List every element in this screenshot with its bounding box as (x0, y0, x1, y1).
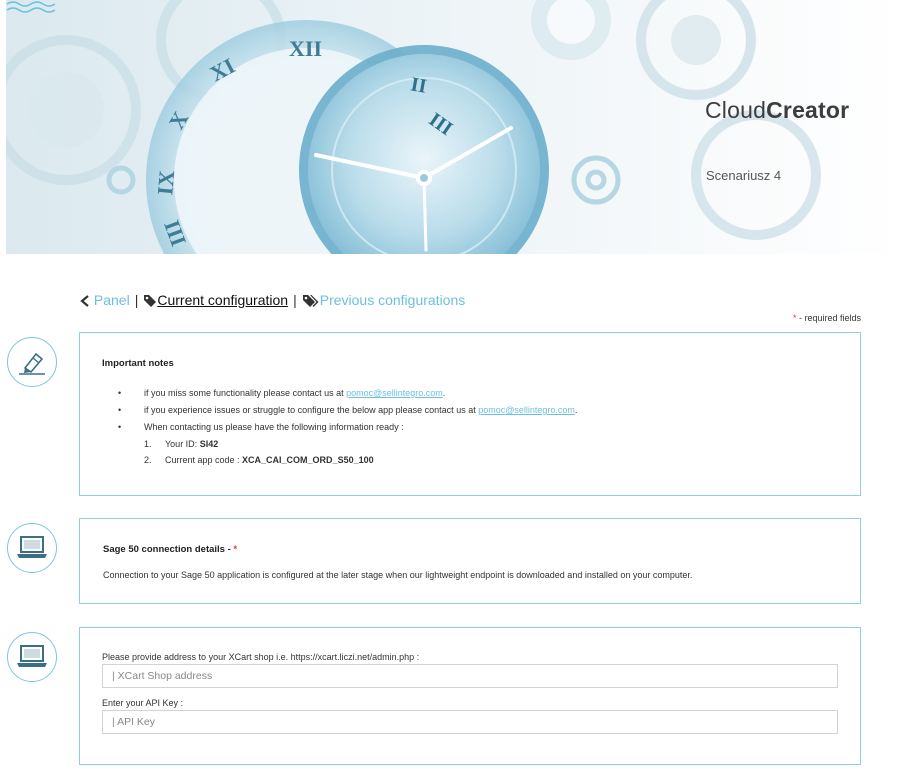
api-key-label: Enter your API Key : (102, 698, 184, 708)
nav-separator: | (293, 292, 297, 309)
nav-current-config-link[interactable]: Current configuration (143, 292, 288, 308)
xcart-address-input[interactable] (102, 664, 838, 688)
sage-connection-panel: Sage 50 connection details - * Connectio… (79, 518, 861, 604)
svg-text:IX: IX (152, 169, 179, 196)
pen-sign-icon (19, 352, 45, 375)
note-text: When contacting us please have the follo… (144, 422, 404, 432)
brand-name-light: Cloud (705, 97, 767, 123)
notes-list: • if you miss some functionality please … (118, 387, 577, 470)
support-email-link[interactable]: pomoc@sellintegro.com (478, 405, 575, 415)
note-tail: . (574, 405, 578, 415)
sage-connection-description: Connection to your Sage 50 application i… (103, 570, 693, 580)
app-code-value: XCA_CAI_COM_ORD_S50_100 (242, 455, 374, 465)
info-number: 2. (144, 455, 152, 465)
support-email-link[interactable]: pomoc@sellintegro.com (346, 388, 443, 398)
tag-icon (144, 295, 157, 308)
list-item: • if you experience issues or struggle t… (118, 404, 577, 421)
info-item-id: 1. Your ID: SI42 (118, 438, 577, 454)
side-icon-notes (7, 337, 57, 387)
side-icon-sage (7, 523, 57, 573)
list-item: • if you miss some functionality please … (118, 387, 577, 404)
important-notes-panel: Important notes • if you miss some funct… (79, 332, 861, 496)
header-banner: XII XI X IX III II III CloudCreator Scen… (6, 0, 903, 254)
bullet: • (118, 405, 122, 415)
nav-panel-link[interactable]: Panel (80, 292, 130, 308)
bullet: • (118, 388, 122, 398)
laptop-icon (17, 536, 47, 558)
sage-title-text: Sage 50 connection details - (103, 544, 234, 555)
nav-previous-configs-label: Previous configurations (319, 292, 466, 308)
required-fields-text: - required fields (796, 313, 861, 323)
side-icon-xcart (7, 632, 57, 682)
required-fields-note: * - required fields (793, 313, 861, 323)
svg-text:XII: XII (289, 36, 322, 61)
brand-logo: CloudCreator (705, 97, 849, 124)
clock-gears-illustration: XII XI X IX III II III (6, 0, 821, 254)
chevron-left-icon (80, 295, 89, 308)
note-tail: . (442, 388, 446, 398)
breadcrumb-nav: Panel | Current configuration | Previous… (80, 292, 465, 308)
required-star: * (233, 544, 238, 555)
brand-name-bold: Creator (766, 97, 850, 123)
note-text: if you experience issues or struggle to … (144, 405, 479, 415)
tags-icon (302, 295, 319, 308)
nav-panel-label: Panel (93, 292, 130, 309)
list-item: • When contacting us please have the fol… (118, 421, 577, 438)
xcart-connection-panel: Please provide address to your XCart sho… (79, 627, 861, 765)
nav-separator: | (134, 292, 139, 309)
api-key-input[interactable] (102, 710, 838, 734)
nav-current-config-label: Current configuration (157, 292, 289, 308)
user-id-value: SI42 (199, 439, 219, 449)
info-label: Current app code : (165, 455, 243, 465)
important-notes-title: Important notes (102, 358, 174, 369)
info-item-app-code: 2. Current app code : XCA_CAI_COM_ORD_S5… (118, 454, 577, 470)
bullet: • (118, 422, 122, 432)
scenario-label: Scenariusz 4 (706, 168, 782, 183)
info-number: 1. (144, 439, 152, 449)
waves-icon (6, 1, 56, 13)
info-label: Your ID: (165, 439, 200, 449)
nav-previous-configs-link[interactable]: Previous configurations (302, 292, 466, 308)
note-text: if you miss some functionality please co… (144, 388, 347, 398)
xcart-address-label: Please provide address to your XCart sho… (102, 652, 420, 662)
sage-connection-title: Sage 50 connection details - * (103, 544, 237, 555)
laptop-icon (17, 645, 47, 667)
